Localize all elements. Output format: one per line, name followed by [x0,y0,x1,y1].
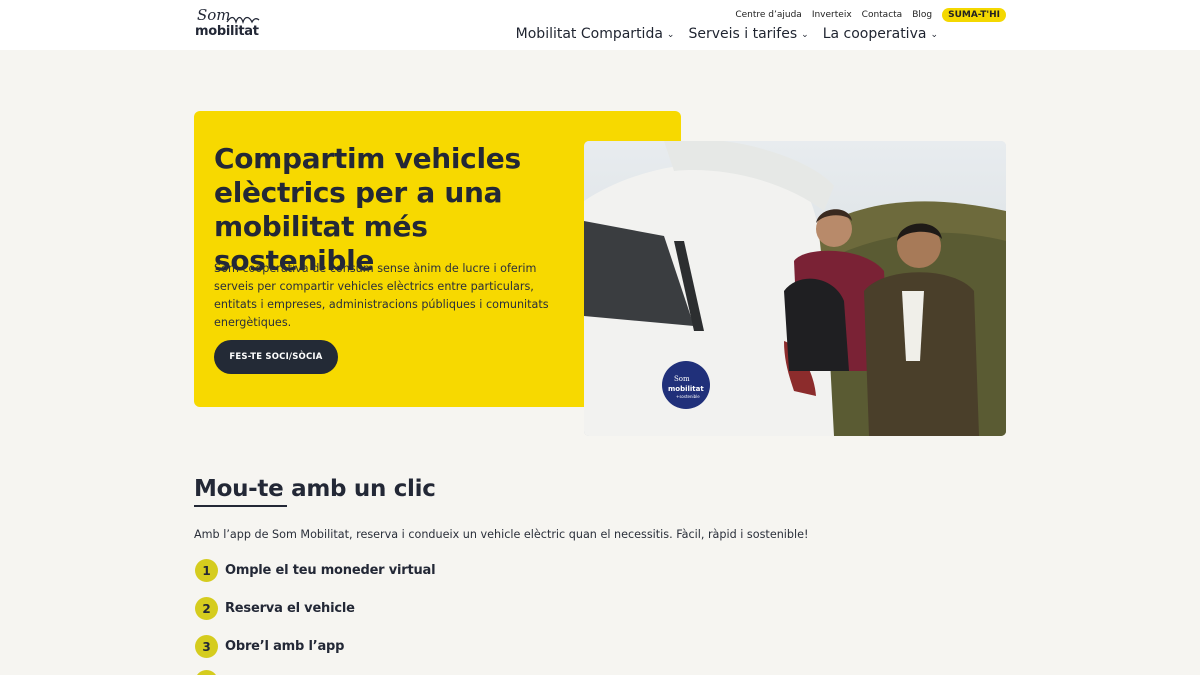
step-number-badge: 1 [195,559,218,582]
step-item: 1 Omple el teu moneder virtual [195,559,436,582]
nav-item-la-cooperativa[interactable]: La cooperativa ⌄ [823,26,938,42]
chevron-down-icon: ⌄ [930,30,938,40]
topnav-contact-link[interactable]: Contacta [862,10,903,20]
step-number-badge: 2 [195,597,218,620]
section-title: Mou-te amb un clic [194,476,436,502]
step-label: Reserva el vehicle [225,601,355,616]
topnav-help-link[interactable]: Centre d’ajuda [735,10,801,20]
section-description: Amb l’app de Som Mobilitat, reserva i co… [194,528,809,541]
topnav-invest-link[interactable]: Inverteix [812,10,852,20]
section-title-underline [194,505,287,507]
som-mobilitat-logo[interactable]: Som mobilitat [195,6,265,42]
step-number-badge: 3 [195,635,218,658]
chevron-down-icon: ⌄ [666,30,675,40]
step-label: Obre’l amb l’app [225,639,345,654]
hero-title: Compartim vehicles elèctrics per a una m… [214,142,521,277]
become-member-button[interactable]: FES-TE SOCI/SÒCIA [214,340,338,374]
step-number-badge-partial [195,670,218,675]
nav-item-label: Serveis i tarifes [688,26,798,42]
join-button[interactable]: SUMA-T'HI [942,8,1006,22]
sticker-text-top: Som [674,375,690,383]
hero-photo: Som mobilitat +sostenible [584,141,1006,436]
nav-item-label: La cooperativa [822,26,927,42]
main-nav: Mobilitat Compartida ⌄ Serveis i tarifes… [516,26,938,42]
top-utility-nav: Centre d’ajuda Inverteix Contacta Blog S… [735,8,1006,22]
sticker-text-bottom: +sostenible [676,394,700,399]
step-item: 2 Reserva el vehicle [195,597,355,620]
nav-item-label: Mobilitat Compartida [515,26,663,42]
nav-item-serveis-tarifes[interactable]: Serveis i tarifes ⌄ [688,26,808,42]
chevron-down-icon: ⌄ [801,30,809,40]
hero-photo-illustration: Som mobilitat +sostenible [584,141,1006,436]
topnav-blog-link[interactable]: Blog [912,10,932,20]
logo-text-bottom: mobilitat [195,24,259,39]
step-label: Omple el teu moneder virtual [225,563,436,578]
hero-description: Som cooperativa de consum sense ànim de … [214,262,549,329]
nav-item-mobilitat-compartida[interactable]: Mobilitat Compartida ⌄ [516,26,675,42]
sticker-text-mid: mobilitat [668,385,704,393]
step-item: 3 Obre’l amb l’app [195,635,344,658]
site-header: Som mobilitat Centre d’ajuda Inverteix C… [0,0,1200,50]
